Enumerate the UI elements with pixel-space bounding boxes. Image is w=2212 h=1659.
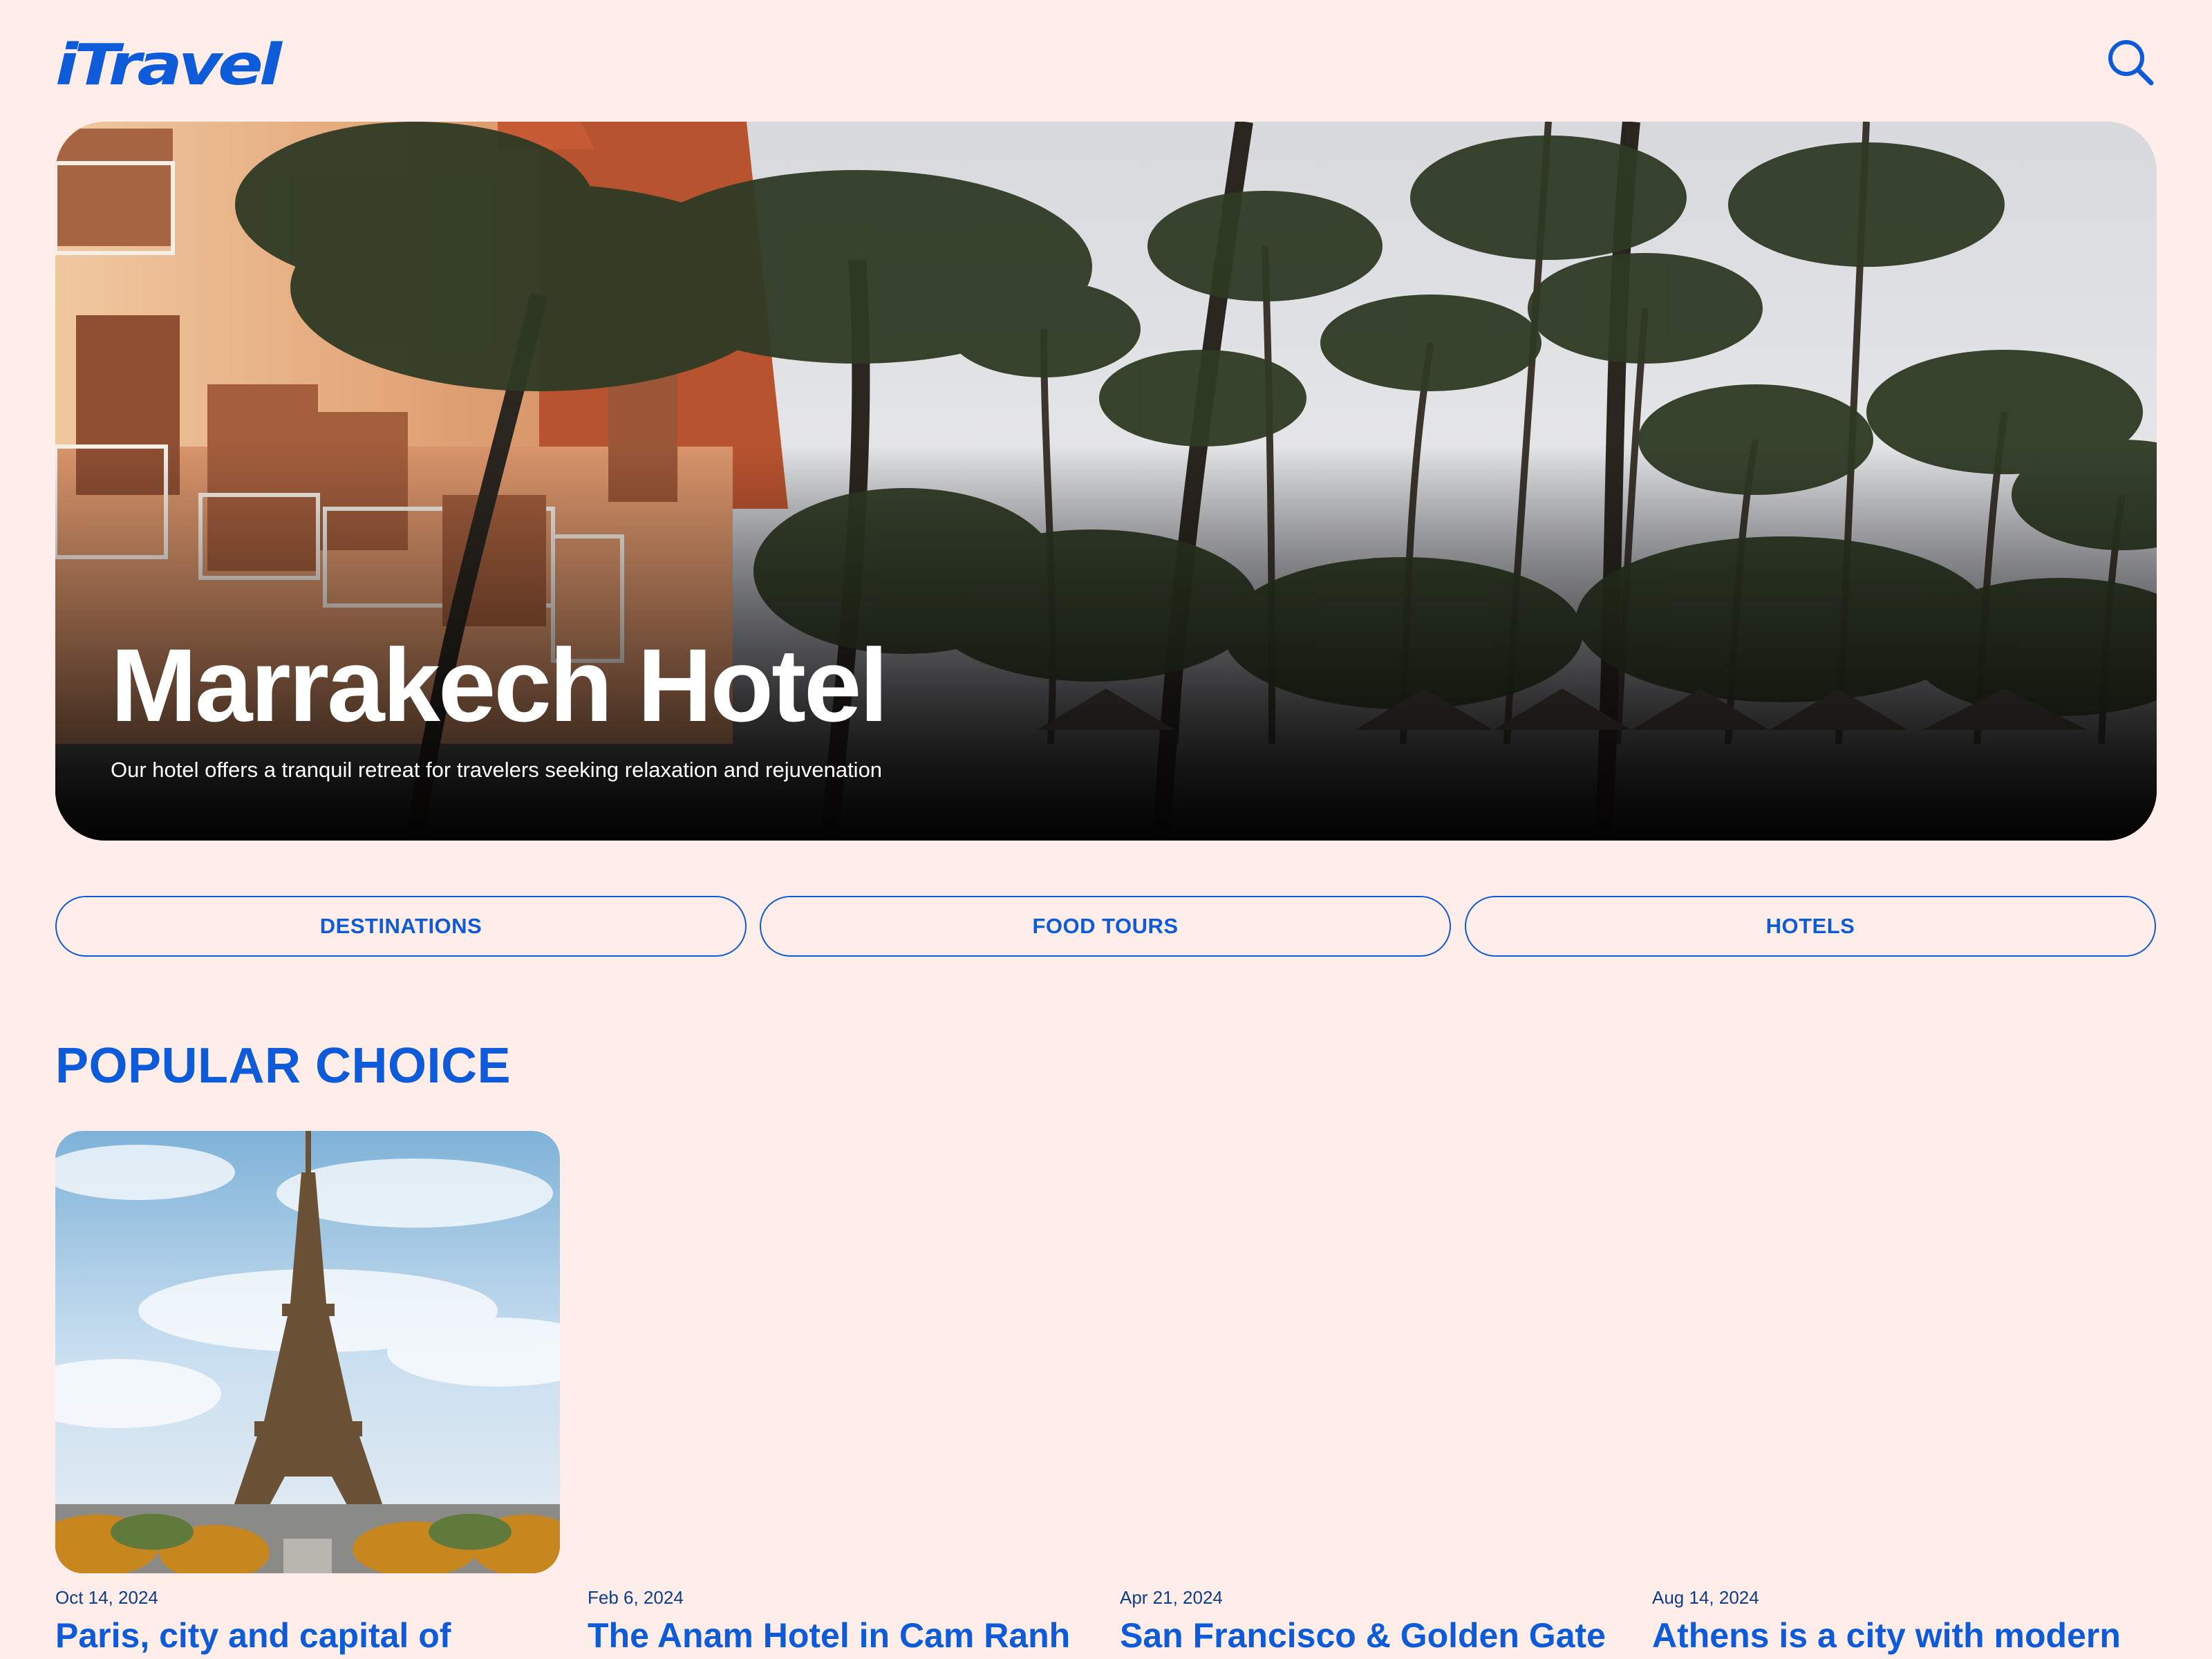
card-image-eiffel-tower [55, 1131, 560, 1573]
popular-card-san-francisco[interactable]: Apr 21, 2024 San Francisco & Golden Gate [1120, 1131, 1624, 1659]
category-food-tours-button[interactable]: FOOD TOURS [760, 896, 1451, 957]
popular-card-paris[interactable]: Oct 14, 2024 Paris, city and capital of [55, 1131, 560, 1659]
search-icon [2108, 40, 2154, 86]
card-date: Aug 14, 2024 [1652, 1587, 1759, 1608]
popular-card-anam-hotel[interactable]: Feb 6, 2024 The Anam Hotel in Cam Ranh [588, 1131, 1092, 1659]
card-date: Oct 14, 2024 [55, 1587, 158, 1608]
category-destinations-button[interactable]: DESTINATIONS [55, 896, 747, 957]
hero-title: Marrakech Hotel [111, 627, 888, 743]
popular-choice-heading: POPULAR CHOICE [55, 1038, 512, 1094]
card-title[interactable]: The Anam Hotel in Cam Ranh [588, 1615, 1113, 1656]
popular-card-athens[interactable]: Aug 14, 2024 Athens is a city with moder… [1652, 1131, 2157, 1659]
card-date: Feb 6, 2024 [588, 1587, 684, 1608]
card-title[interactable]: San Francisco & Golden Gate [1120, 1615, 1645, 1656]
hero-banner[interactable]: Marrakech Hotel Our hotel offers a tranq… [55, 122, 2157, 841]
category-hotels-button[interactable]: HOTELS [1465, 896, 2156, 957]
site-header: iTravel [55, 28, 2157, 97]
logo[interactable]: iTravel [55, 37, 282, 94]
card-date: Apr 21, 2024 [1120, 1587, 1223, 1608]
search-button[interactable] [2104, 36, 2157, 88]
card-title[interactable]: Athens is a city with modern [1652, 1615, 2157, 1656]
hero-subtitle: Our hotel offers a tranquil retreat for … [111, 758, 883, 782]
category-nav: DESTINATIONS FOOD TOURS HOTELS [55, 896, 2157, 959]
card-title[interactable]: Paris, city and capital of [55, 1615, 581, 1656]
